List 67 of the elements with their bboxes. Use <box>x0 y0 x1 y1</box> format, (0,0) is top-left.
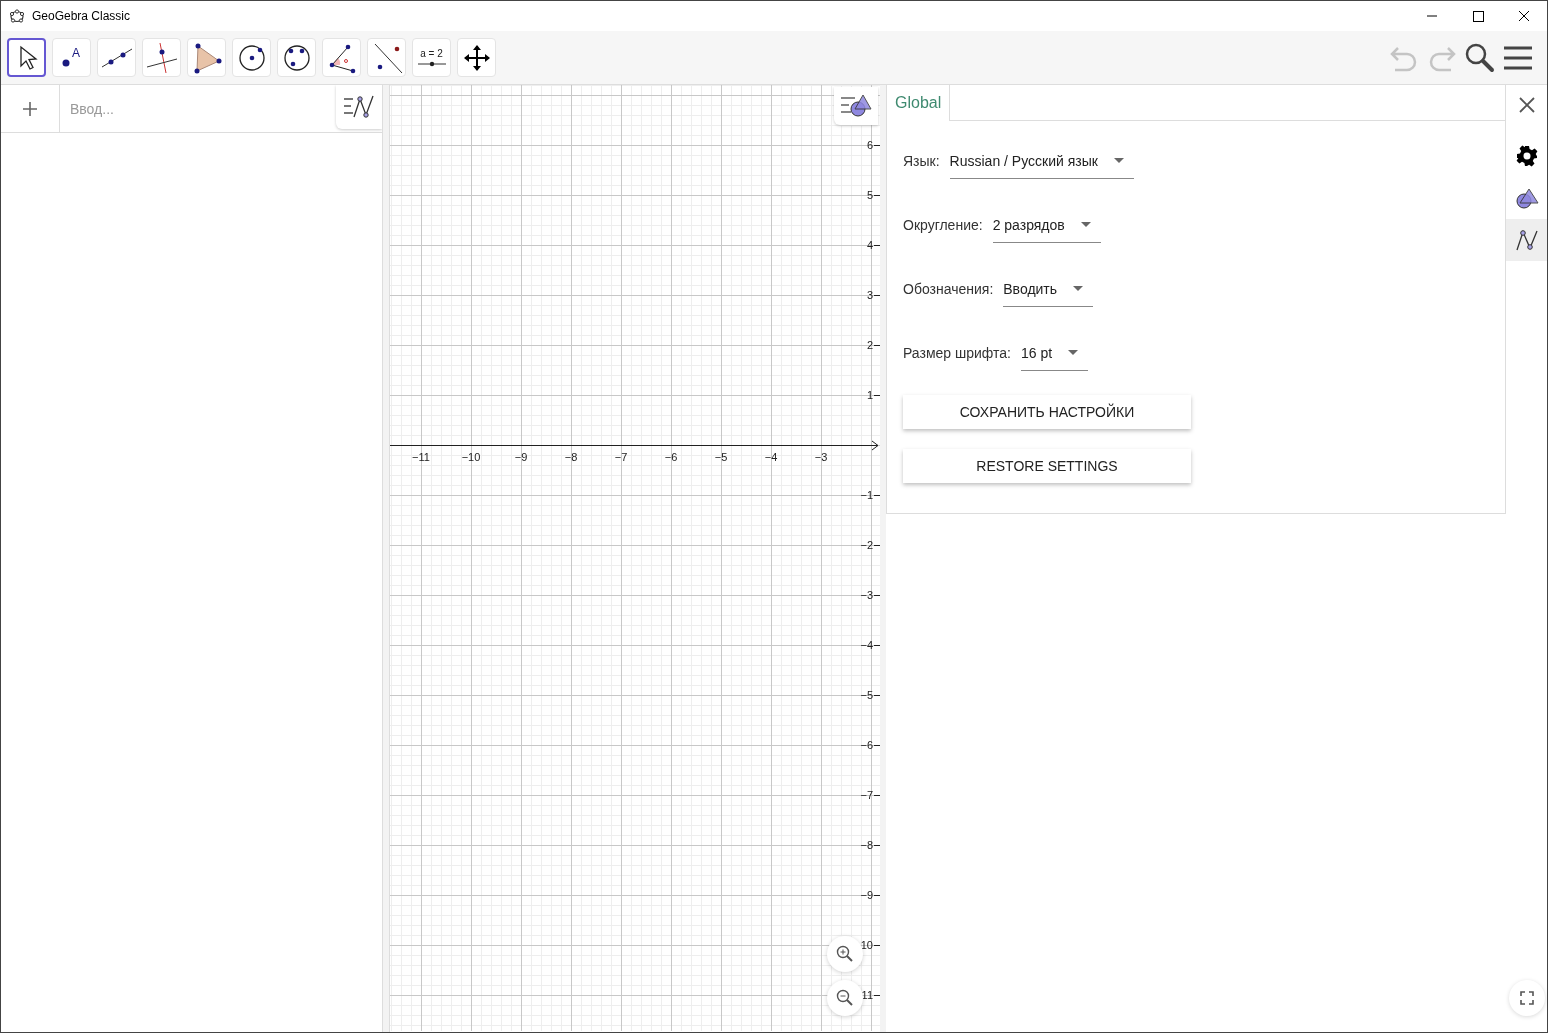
axis-label: 1 <box>866 389 873 401</box>
perpendicular-line-icon <box>144 40 179 75</box>
axis-label: −9 <box>514 451 528 463</box>
setting-label: Язык: <box>903 152 940 169</box>
setting-label: Обозначения: <box>903 280 994 297</box>
reflect-tool-button[interactable] <box>367 38 406 77</box>
algebra-tab[interactable] <box>1506 219 1547 261</box>
settings-button[interactable]: СОХРАНИТЬ НАСТРОЙКИ <box>903 395 1191 429</box>
axis-label: −5 <box>860 689 873 701</box>
caret-icon <box>1080 222 1091 228</box>
axis-label: −7 <box>614 451 628 463</box>
window-title: GeoGebra Classic <box>32 9 131 23</box>
caret-icon <box>1068 350 1079 356</box>
axis-label: 5 <box>866 189 873 201</box>
axis-label: 4 <box>866 239 873 251</box>
zoom-in-icon <box>836 945 854 963</box>
polygon-tool-button[interactable] <box>187 38 226 77</box>
axis-label: −11 <box>412 451 430 463</box>
axis-label: −4 <box>764 451 778 463</box>
axis-label: −1 <box>860 489 873 501</box>
algebra-style-button[interactable] <box>336 85 382 129</box>
shapes-list-icon <box>839 93 873 119</box>
axis-label: −6 <box>664 451 678 463</box>
shapes-icon <box>1514 187 1539 209</box>
slider-tool-button[interactable]: a = 2 <box>412 38 451 77</box>
app-icon <box>9 8 25 24</box>
axis-label: −9 <box>860 889 873 901</box>
axis-label: −10 <box>461 451 481 463</box>
caret-icon <box>1073 286 1084 292</box>
move-tool-button[interactable] <box>7 38 46 77</box>
axis-label: −4 <box>860 639 873 651</box>
axis-label: −8 <box>564 451 578 463</box>
graph-icon <box>1514 228 1539 252</box>
perpendicular-tool-button[interactable] <box>142 38 181 77</box>
axis-label: 6 <box>866 139 873 151</box>
axis-label: −7 <box>860 789 873 801</box>
axis-label: 2 <box>866 339 873 351</box>
axis-label: 10 <box>860 939 873 951</box>
gear-icon <box>1515 145 1538 167</box>
circle3-tool-button[interactable] <box>277 38 316 77</box>
axis-label: −8 <box>860 839 873 851</box>
graphics-style-button[interactable] <box>834 87 878 125</box>
close-icon[interactable] <box>1516 95 1537 115</box>
fullscreen-button[interactable] <box>1508 980 1545 1016</box>
circle-tool-button[interactable] <box>232 38 271 77</box>
slider-icon <box>416 61 447 67</box>
setting-label: Размер шрифта: <box>903 344 1011 361</box>
zoom-out-icon <box>836 989 854 1007</box>
zoom-out-button[interactable] <box>827 980 863 1016</box>
add-icon[interactable] <box>21 99 39 118</box>
caret-icon <box>1113 158 1124 164</box>
zoom-in-button[interactable] <box>827 936 863 972</box>
axis-label: 3 <box>866 289 873 301</box>
axis-label: −2 <box>860 539 873 551</box>
line-tool-button[interactable] <box>97 38 136 77</box>
axis-label: −6 <box>860 739 873 751</box>
axis-label: −5 <box>714 451 728 463</box>
settings-button[interactable]: RESTORE SETTINGS <box>903 449 1191 483</box>
axis-label: −3 <box>814 451 828 463</box>
axis-label: −3 <box>860 589 873 601</box>
pan-tool-button[interactable] <box>457 38 496 77</box>
setting-label: Округление: <box>903 216 983 233</box>
slider-label: a = 2 <box>420 48 443 59</box>
axis-label: 11 <box>861 989 873 1001</box>
fullscreen-icon <box>1519 991 1534 1005</box>
angle-tool-button[interactable] <box>322 38 361 77</box>
graph-list-icon <box>342 93 376 121</box>
